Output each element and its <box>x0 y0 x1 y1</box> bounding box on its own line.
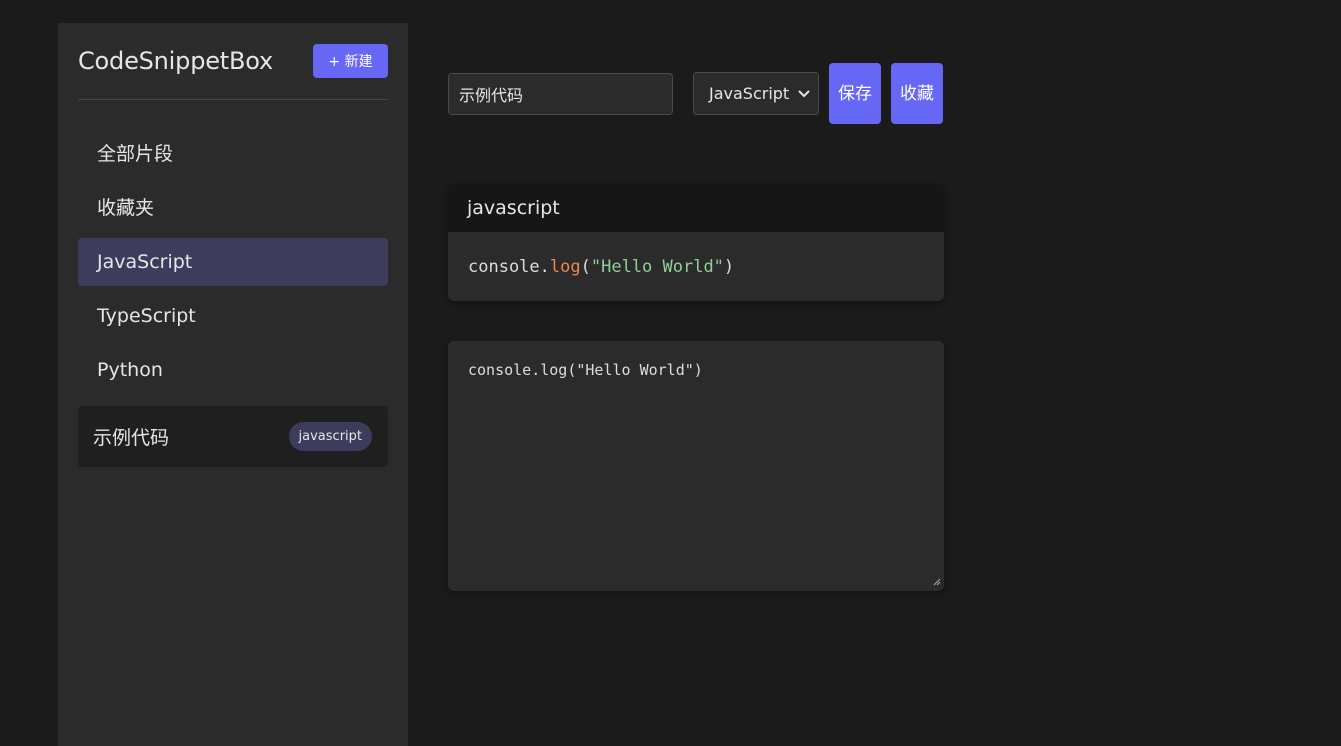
code-editor-textarea[interactable]: console.log("Hello World") <box>448 341 944 591</box>
code-token: console. <box>468 257 550 277</box>
code-token: ( <box>580 257 591 277</box>
editor-code: console.log("Hello World") <box>468 361 703 379</box>
snippet-title-input[interactable] <box>448 72 673 115</box>
code-token-string: "Hello World" <box>590 257 724 277</box>
sidebar: CodeSnippetBox + 新建 全部片段 收藏夹 JavaScript … <box>58 23 408 746</box>
sidebar-item-all[interactable]: 全部片段 <box>78 130 388 178</box>
preview-language-label: javascript <box>448 184 944 232</box>
snippet-list-item[interactable]: 示例代码 javascript <box>78 406 388 467</box>
editor-toolbar: JavaScript 保存 收藏 <box>448 63 944 124</box>
favorite-button[interactable]: 收藏 <box>891 63 943 124</box>
code-token-function: log <box>549 257 581 277</box>
editor-panel: JavaScript 保存 收藏 javascript console.log(… <box>448 63 944 591</box>
save-button[interactable]: 保存 <box>829 63 881 124</box>
sidebar-item-typescript[interactable]: TypeScript <box>78 292 388 340</box>
snippet-title: 示例代码 <box>93 427 170 449</box>
language-tag: javascript <box>288 422 372 451</box>
language-select[interactable]: JavaScript <box>693 72 819 115</box>
code-token: ) <box>723 257 735 277</box>
new-snippet-button[interactable]: + 新建 <box>313 44 388 78</box>
language-select-value: JavaScript <box>709 84 790 103</box>
app-title: CodeSnippetBox <box>78 47 274 75</box>
sidebar-header: CodeSnippetBox + 新建 <box>78 44 388 78</box>
sidebar-item-favorites[interactable]: 收藏夹 <box>78 184 388 232</box>
sidebar-item-javascript[interactable]: JavaScript <box>78 238 388 286</box>
sidebar-divider <box>78 99 388 100</box>
chevron-down-icon <box>798 87 810 101</box>
preview-code: console.log("Hello World") <box>448 232 944 301</box>
sidebar-item-python[interactable]: Python <box>78 346 388 394</box>
code-preview: javascript console.log("Hello World") <box>448 184 944 301</box>
resize-handle-icon[interactable] <box>933 578 941 589</box>
